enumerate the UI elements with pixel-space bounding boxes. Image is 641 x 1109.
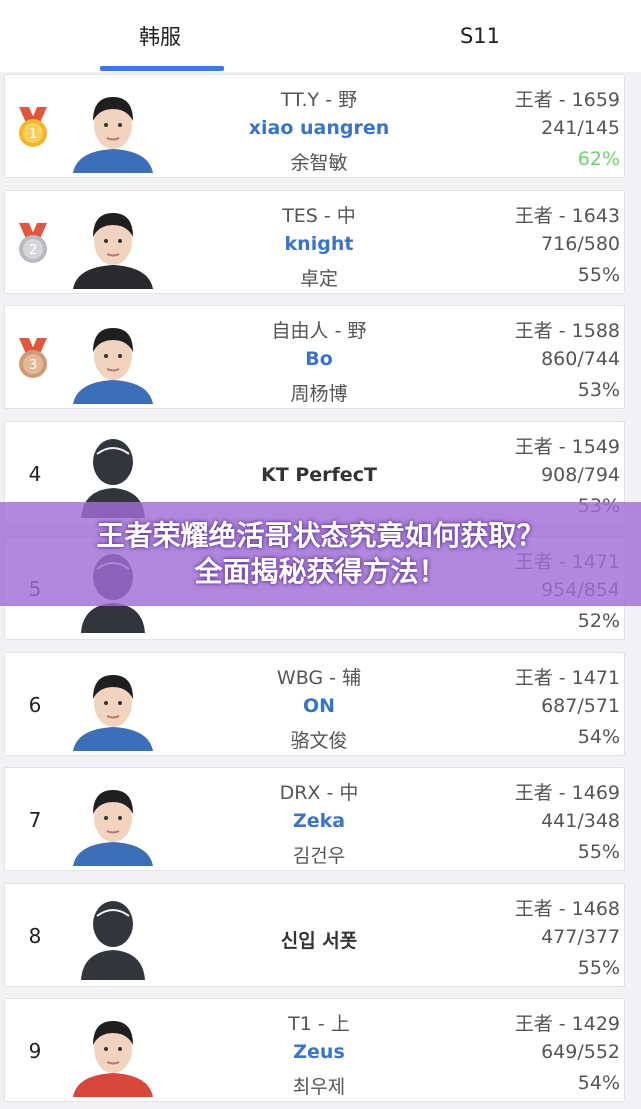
win-rate: 55%: [577, 957, 620, 979]
tier-score: 王者 - 1643: [514, 205, 620, 227]
player-info: 自由人 - 野 Bo 周杨博: [205, 306, 433, 408]
win-rate: 55%: [577, 264, 620, 286]
player-stats: 王者 - 1643 716/580 55%: [420, 191, 620, 293]
tier-score: 王者 - 1549: [514, 436, 620, 458]
player-info: T1 - 上 Zeus 최우제: [205, 999, 433, 1101]
default-avatar-icon: [69, 894, 157, 982]
player-id-link[interactable]: knight: [205, 233, 433, 255]
player-photo: [69, 201, 157, 289]
rank-number: 8: [28, 924, 42, 948]
player-stats: 王者 - 1659 241/145 62%: [420, 75, 620, 177]
player-id-link[interactable]: ON: [205, 695, 433, 717]
tier-score: 王者 - 1471: [514, 667, 620, 689]
svg-text:1: 1: [29, 127, 37, 142]
player-id-link[interactable]: KT PerfecT: [205, 464, 433, 486]
player-id-link[interactable]: Zeus: [205, 1041, 433, 1063]
player-stats: 王者 - 1469 441/348 55%: [420, 768, 620, 870]
player-photo: [69, 1009, 157, 1097]
real-name: 骆文俊: [290, 730, 348, 752]
headline-banner: 王者荣耀绝活哥状态究竟如何获取？ 全面揭秘获得方法！: [0, 502, 641, 606]
player-stats: 王者 - 1468 477/377 55%: [420, 884, 620, 986]
tab-season-s11[interactable]: S11: [320, 0, 640, 72]
tier-score: 王者 - 1588: [514, 320, 620, 342]
player-card[interactable]: 6 WBG - 辅 ON 骆文俊 王者 - 1471 687/571 54%: [4, 652, 625, 756]
silver-medal-icon: 2: [15, 221, 51, 265]
win-loss-record: 908/794: [541, 464, 620, 486]
player-card[interactable]: 8 신입 서폿 王者 - 1468 477/377 55%: [4, 883, 625, 987]
team-position: TES - 中: [282, 205, 356, 227]
win-rate: 53%: [577, 379, 620, 401]
player-photo: [69, 85, 157, 173]
tier-score: 王者 - 1429: [514, 1013, 620, 1035]
win-rate: 54%: [577, 726, 620, 748]
player-id-link[interactable]: xiao uangren: [205, 117, 433, 139]
tier-score: 王者 - 1659: [514, 89, 620, 111]
player-id-link[interactable]: Bo: [205, 348, 433, 370]
player-card[interactable]: 2 TES - 中 knight 卓定 王者 - 1643 716/580 55%: [4, 190, 625, 294]
win-rate: 62%: [577, 148, 620, 170]
win-rate: 54%: [577, 1072, 620, 1094]
svg-text:2: 2: [29, 243, 37, 258]
player-photo: [69, 778, 157, 866]
player-info: TES - 中 knight 卓定: [205, 191, 433, 293]
headline-line-2: 全面揭秘获得方法！: [194, 555, 447, 588]
win-loss-record: 860/744: [541, 348, 620, 370]
player-id-link[interactable]: 신입 서폿: [205, 926, 433, 953]
tier-score: 王者 - 1468: [514, 898, 620, 920]
player-card[interactable]: 7 DRX - 中 Zeka 김건우 王者 - 1469 441/348 55%: [4, 767, 625, 871]
win-rate: 55%: [577, 841, 620, 863]
real-name: 최우제: [292, 1076, 346, 1098]
player-card[interactable]: 3 自由人 - 野 Bo 周杨博 王者 - 1588 860/744 53%: [4, 305, 625, 409]
headline-line-1: 王者荣耀绝活哥状态究竟如何获取？: [96, 519, 545, 552]
real-name: 周杨博: [290, 383, 348, 405]
player-info: TT.Y - 野 xiao uangren 余智敏: [205, 75, 433, 177]
player-id-link[interactable]: Zeka: [205, 810, 433, 832]
real-name: 김건우: [292, 845, 346, 867]
real-name: 卓定: [299, 268, 338, 290]
win-loss-record: 687/571: [541, 695, 620, 717]
player-photo: [69, 316, 157, 404]
win-loss-record: 716/580: [541, 233, 620, 255]
player-info: DRX - 中 Zeka 김건우: [205, 768, 433, 870]
real-name: 余智敏: [290, 152, 348, 174]
win-loss-record: 477/377: [541, 926, 620, 948]
tab-korea-server[interactable]: 韩服: [0, 0, 320, 72]
player-photo: [69, 663, 157, 751]
active-tab-indicator: [100, 66, 224, 71]
team-position: WBG - 辅: [276, 667, 362, 689]
gold-medal-icon: 1: [15, 105, 51, 149]
team-position: T1 - 上: [288, 1013, 350, 1035]
team-position: DRX - 中: [279, 782, 359, 804]
svg-text:3: 3: [29, 358, 37, 373]
team-position: TT.Y - 野: [280, 89, 358, 111]
win-loss-record: 649/552: [541, 1041, 620, 1063]
rank-number: 9: [28, 1039, 42, 1063]
rank-number: 4: [28, 462, 42, 486]
win-loss-record: 241/145: [541, 117, 620, 139]
rank-number: 6: [28, 693, 42, 717]
win-loss-record: 441/348: [541, 810, 620, 832]
region-tab-bar: 韩服 S11: [0, 0, 641, 72]
player-stats: 王者 - 1429 649/552 54%: [420, 999, 620, 1101]
player-stats: 王者 - 1588 860/744 53%: [420, 306, 620, 408]
win-rate: 52%: [577, 610, 620, 632]
player-info: WBG - 辅 ON 骆文俊: [205, 653, 433, 755]
tier-score: 王者 - 1469: [514, 782, 620, 804]
player-card[interactable]: 1 TT.Y - 野 xiao uangren 余智敏 王者 - 1659 241/145…: [4, 74, 625, 178]
team-position: 自由人 - 野: [271, 320, 367, 342]
player-stats: 王者 - 1471 687/571 54%: [420, 653, 620, 755]
bronze-medal-icon: 3: [15, 336, 51, 380]
rank-number: 7: [28, 808, 42, 832]
player-card[interactable]: 9 T1 - 上 Zeus 최우제 王者 - 1429 649/552 54%: [4, 998, 625, 1102]
player-info: 신입 서폿: [205, 884, 433, 986]
